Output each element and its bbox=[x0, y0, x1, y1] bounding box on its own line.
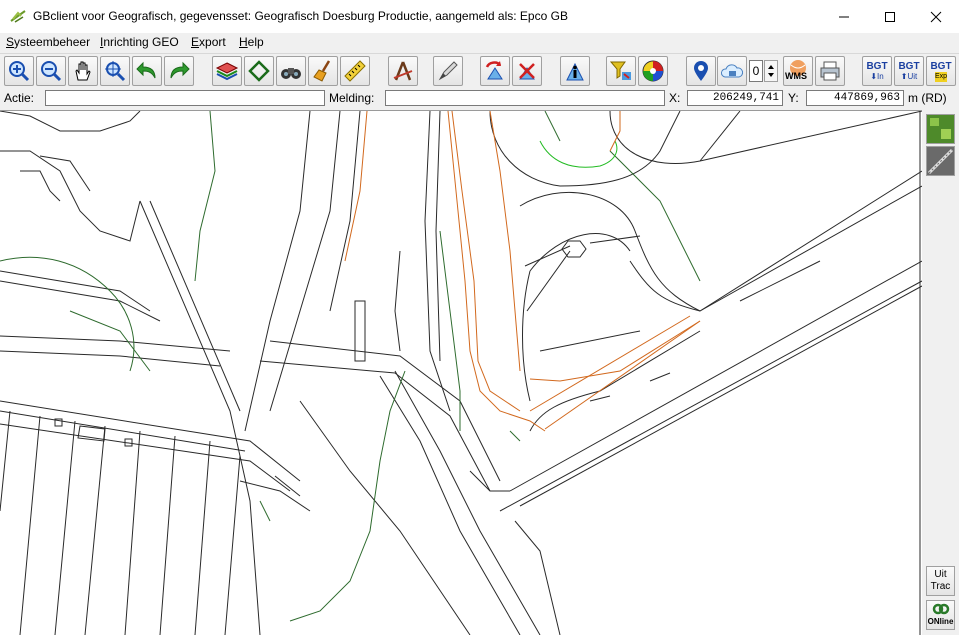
window-title: GBclient voor Geografisch, gegevensset: … bbox=[33, 9, 568, 23]
print-button[interactable] bbox=[815, 56, 845, 86]
chain-link-icon bbox=[932, 603, 949, 615]
layer-spinner-value[interactable]: 0 bbox=[749, 60, 763, 82]
minimize-icon bbox=[839, 16, 849, 17]
measure-button[interactable] bbox=[340, 56, 370, 86]
compass-draw-icon bbox=[393, 61, 413, 81]
rotate-object-button[interactable] bbox=[480, 56, 510, 86]
aerial-photo-button[interactable] bbox=[717, 56, 747, 86]
wms-label: WMS bbox=[785, 71, 807, 81]
map-orange-layer bbox=[344, 111, 701, 432]
road-map-icon bbox=[927, 147, 954, 175]
wms-button[interactable]: WMS bbox=[783, 56, 813, 86]
bgt-in-top-label: BGT bbox=[866, 60, 888, 72]
actie-label: Actie: bbox=[4, 91, 35, 105]
cloud-camera-icon bbox=[721, 64, 744, 78]
hand-icon bbox=[75, 61, 91, 81]
close-button[interactable] bbox=[913, 0, 959, 33]
status-row: Actie: Melding: X: 206249,741 Y: 447869,… bbox=[0, 88, 959, 109]
bgt-exp-top-label: BGT bbox=[930, 60, 952, 72]
rotate-icon bbox=[485, 61, 503, 80]
draw-tool-button[interactable] bbox=[388, 56, 418, 86]
menu-export[interactable]: Export bbox=[191, 35, 226, 49]
filter-button[interactable] bbox=[606, 56, 636, 86]
zoom-out-icon bbox=[41, 61, 62, 82]
maximize-button[interactable] bbox=[867, 0, 913, 33]
polygon-button[interactable] bbox=[244, 56, 274, 86]
melding-label: Melding: bbox=[329, 91, 375, 105]
undo-button[interactable] bbox=[132, 56, 162, 86]
toolbar: 0 WMS BGT ⬇In BGT ⬆Uit BGT Exp bbox=[0, 53, 959, 89]
uit-trac-line1: Uit bbox=[934, 569, 947, 580]
title-bar: GBclient voor Geografisch, gegevensset: … bbox=[0, 0, 959, 34]
menu-systeembeheer[interactable]: Systeembeheer bbox=[6, 35, 90, 49]
pan-button[interactable] bbox=[68, 56, 98, 86]
info-icon bbox=[566, 62, 584, 81]
bgt-in-button[interactable]: BGT ⬇In bbox=[862, 56, 892, 86]
app-logo-icon bbox=[10, 10, 26, 23]
color-palette-icon bbox=[642, 60, 664, 82]
road-background-button[interactable] bbox=[926, 146, 955, 176]
layers-icon bbox=[215, 62, 239, 81]
zoom-extent-button[interactable] bbox=[100, 56, 130, 86]
location-pin-button[interactable] bbox=[686, 56, 716, 86]
location-pin-icon bbox=[694, 61, 708, 81]
zoom-in-icon bbox=[9, 61, 30, 82]
actie-field[interactable] bbox=[45, 90, 325, 106]
coordinate-unit-label: m (RD) bbox=[908, 91, 947, 105]
melding-field[interactable] bbox=[385, 90, 665, 106]
zoom-extent-icon bbox=[105, 61, 126, 82]
spinner-arrows-icon bbox=[768, 65, 774, 77]
map-canvas[interactable] bbox=[0, 110, 922, 635]
edit-object-button[interactable] bbox=[433, 56, 463, 86]
menu-inrichting-geo[interactable]: Inrichting GEO bbox=[100, 35, 179, 49]
bgt-in-bottom-label: ⬇In bbox=[870, 71, 884, 81]
uit-trac-line2: Trac bbox=[930, 581, 951, 592]
bgt-exp-button[interactable]: BGT Exp bbox=[926, 56, 956, 86]
delete-object-button[interactable] bbox=[512, 56, 542, 86]
x-coordinate-field: 206249,741 bbox=[687, 90, 783, 106]
layers-button[interactable] bbox=[212, 56, 242, 86]
right-tool-panel: Uit Trac ONline bbox=[922, 110, 959, 634]
zoom-out-button[interactable] bbox=[36, 56, 66, 86]
bgt-uit-button[interactable]: BGT ⬆Uit bbox=[894, 56, 924, 86]
clear-button[interactable] bbox=[308, 56, 338, 86]
bgt-uit-bottom-label: ⬆Uit bbox=[900, 71, 918, 81]
y-coordinate-field: 447869,963 bbox=[806, 90, 904, 106]
bgt-uit-top-label: BGT bbox=[898, 60, 920, 72]
broom-icon bbox=[313, 60, 331, 82]
search-binoculars-button[interactable] bbox=[276, 56, 306, 86]
minimize-button[interactable] bbox=[821, 0, 867, 33]
themes-button[interactable] bbox=[638, 56, 668, 86]
aerial-photo-icon bbox=[927, 115, 954, 143]
binoculars-icon bbox=[281, 68, 301, 79]
aerial-background-button[interactable] bbox=[926, 114, 955, 144]
delete-object-icon bbox=[519, 63, 535, 80]
y-coordinate-label: Y: bbox=[788, 91, 799, 105]
filter-funnel-icon bbox=[609, 61, 631, 80]
printer-icon bbox=[820, 61, 840, 81]
menu-bar: Systeembeheer Inrichting GEO Export Help bbox=[0, 33, 959, 52]
ruler-icon bbox=[344, 60, 366, 82]
zoom-in-button[interactable] bbox=[4, 56, 34, 86]
info-button[interactable] bbox=[560, 56, 590, 86]
menu-help[interactable]: Help bbox=[239, 35, 264, 49]
undo-arrow-icon bbox=[136, 61, 156, 79]
bgt-exp-bottom-label: Exp bbox=[934, 71, 948, 82]
online-label: ONline bbox=[927, 617, 954, 626]
polygon-icon bbox=[248, 60, 270, 82]
redo-button[interactable] bbox=[164, 56, 194, 86]
uit-trac-button[interactable]: Uit Trac bbox=[926, 566, 955, 596]
redo-arrow-icon bbox=[170, 61, 190, 79]
maximize-icon bbox=[885, 11, 895, 22]
edit-pencil-icon bbox=[438, 61, 458, 81]
close-icon bbox=[930, 11, 942, 22]
layer-spinner-buttons[interactable] bbox=[764, 60, 778, 82]
x-coordinate-label: X: bbox=[669, 91, 681, 105]
online-button[interactable]: ONline bbox=[926, 600, 955, 630]
